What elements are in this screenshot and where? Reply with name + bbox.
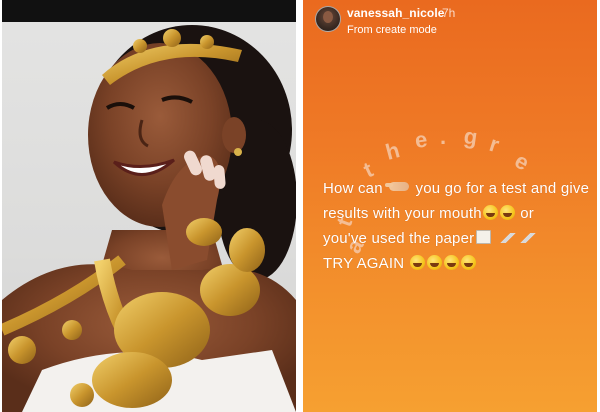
watermark-letter: e	[511, 148, 534, 176]
tool-icon	[499, 233, 516, 243]
tool-icon	[519, 233, 536, 243]
story-text-line: results with your mouth or	[323, 201, 593, 226]
watermark-letter: r	[486, 131, 502, 158]
story-text-line: you've used the paper	[323, 226, 593, 251]
laughing-emoji-icon	[409, 255, 425, 270]
story-text-fragment: TRY AGAIN	[323, 255, 409, 272]
story-time: 7h	[442, 6, 456, 20]
story-text-fragment: How can	[323, 180, 388, 197]
watermark-letter: g	[462, 123, 479, 150]
woman-photo	[2, 25, 296, 412]
laughing-emoji-icon	[460, 255, 476, 270]
photo-top-bar	[2, 0, 296, 22]
story-text: How can you go for a test and give result…	[323, 176, 593, 276]
pointing-hand-icon	[385, 182, 410, 191]
story-text-fragment	[493, 230, 497, 247]
story-text-fragment: you go for a test and give	[411, 180, 590, 197]
photo-panel	[2, 0, 296, 412]
story-text-fragment: you've used the paper	[323, 230, 475, 247]
story-text-fragment: or	[515, 205, 534, 222]
watermark-letter: e	[413, 126, 429, 152]
story-text-fragment: results with your mouth	[323, 205, 482, 222]
laughing-emoji-icon	[482, 205, 498, 220]
story-subtitle: From create mode	[347, 24, 437, 36]
paper-icon	[476, 230, 492, 244]
laughing-emoji-icon	[499, 205, 515, 220]
avatar[interactable]	[315, 6, 341, 32]
watermark-letter: h	[383, 137, 402, 165]
story-text-line: TRY AGAIN	[323, 251, 593, 276]
laughing-emoji-icon	[443, 255, 459, 270]
story-panel: vanessah_nicole 7h From create mode t h …	[303, 0, 597, 412]
story-username[interactable]: vanessah_nicole	[347, 6, 445, 20]
story-text-line: How can you go for a test and give	[323, 176, 593, 201]
story-header: vanessah_nicole 7h From create mode	[303, 0, 597, 44]
laughing-emoji-icon	[426, 255, 442, 270]
watermark-letter: .	[440, 124, 446, 149]
